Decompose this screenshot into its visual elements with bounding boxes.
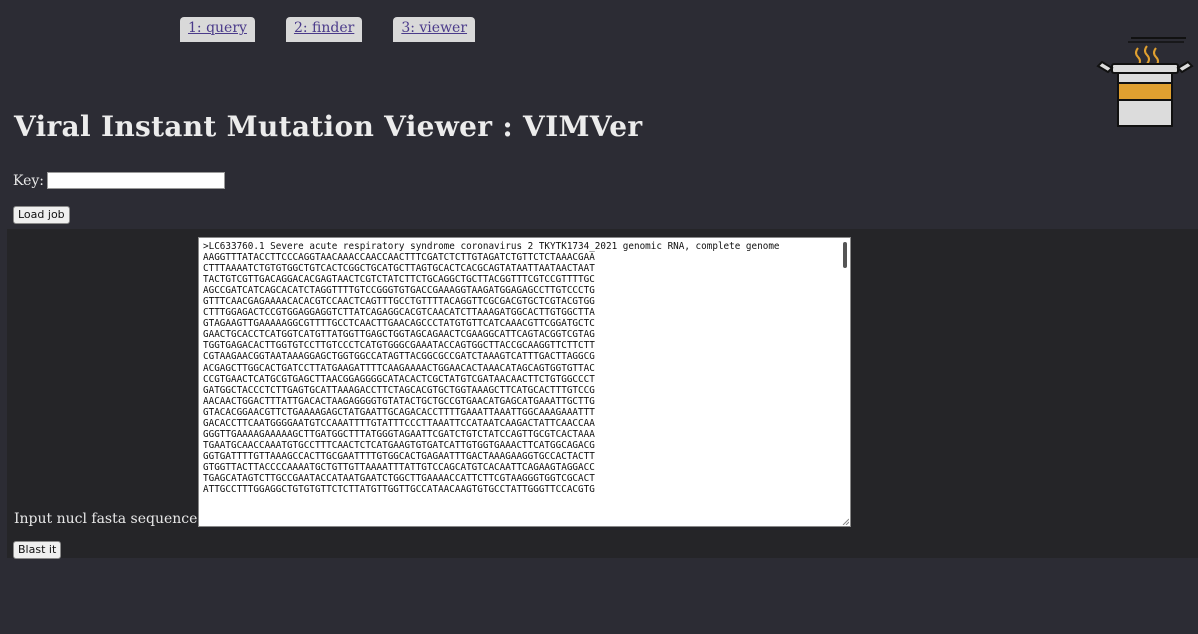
sequence-label: Input nucl fasta sequence: [14, 511, 203, 527]
load-job-button[interactable]: Load job [13, 206, 70, 224]
sequence-text: >LC633760.1 Severe acute respiratory syn… [203, 241, 780, 496]
tab-bar: 1: query 2: finder 3: viewer [180, 17, 506, 42]
resize-handle-icon[interactable] [842, 518, 849, 525]
tab-viewer[interactable]: 3: viewer [393, 17, 476, 42]
key-row: Key: [13, 172, 225, 189]
scrollbar-thumb[interactable] [843, 242, 847, 268]
sequence-textarea[interactable]: >LC633760.1 Severe acute respiratory syn… [198, 237, 851, 527]
key-label: Key: [13, 172, 44, 189]
pot-logo-icon [1094, 34, 1194, 134]
blast-button[interactable]: Blast it [13, 541, 62, 559]
key-input[interactable] [47, 172, 225, 189]
page-title: Viral Instant Mutation Viewer : VIMVer [14, 110, 643, 143]
tab-finder[interactable]: 2: finder [285, 17, 363, 42]
tab-query[interactable]: 1: query [180, 17, 255, 42]
